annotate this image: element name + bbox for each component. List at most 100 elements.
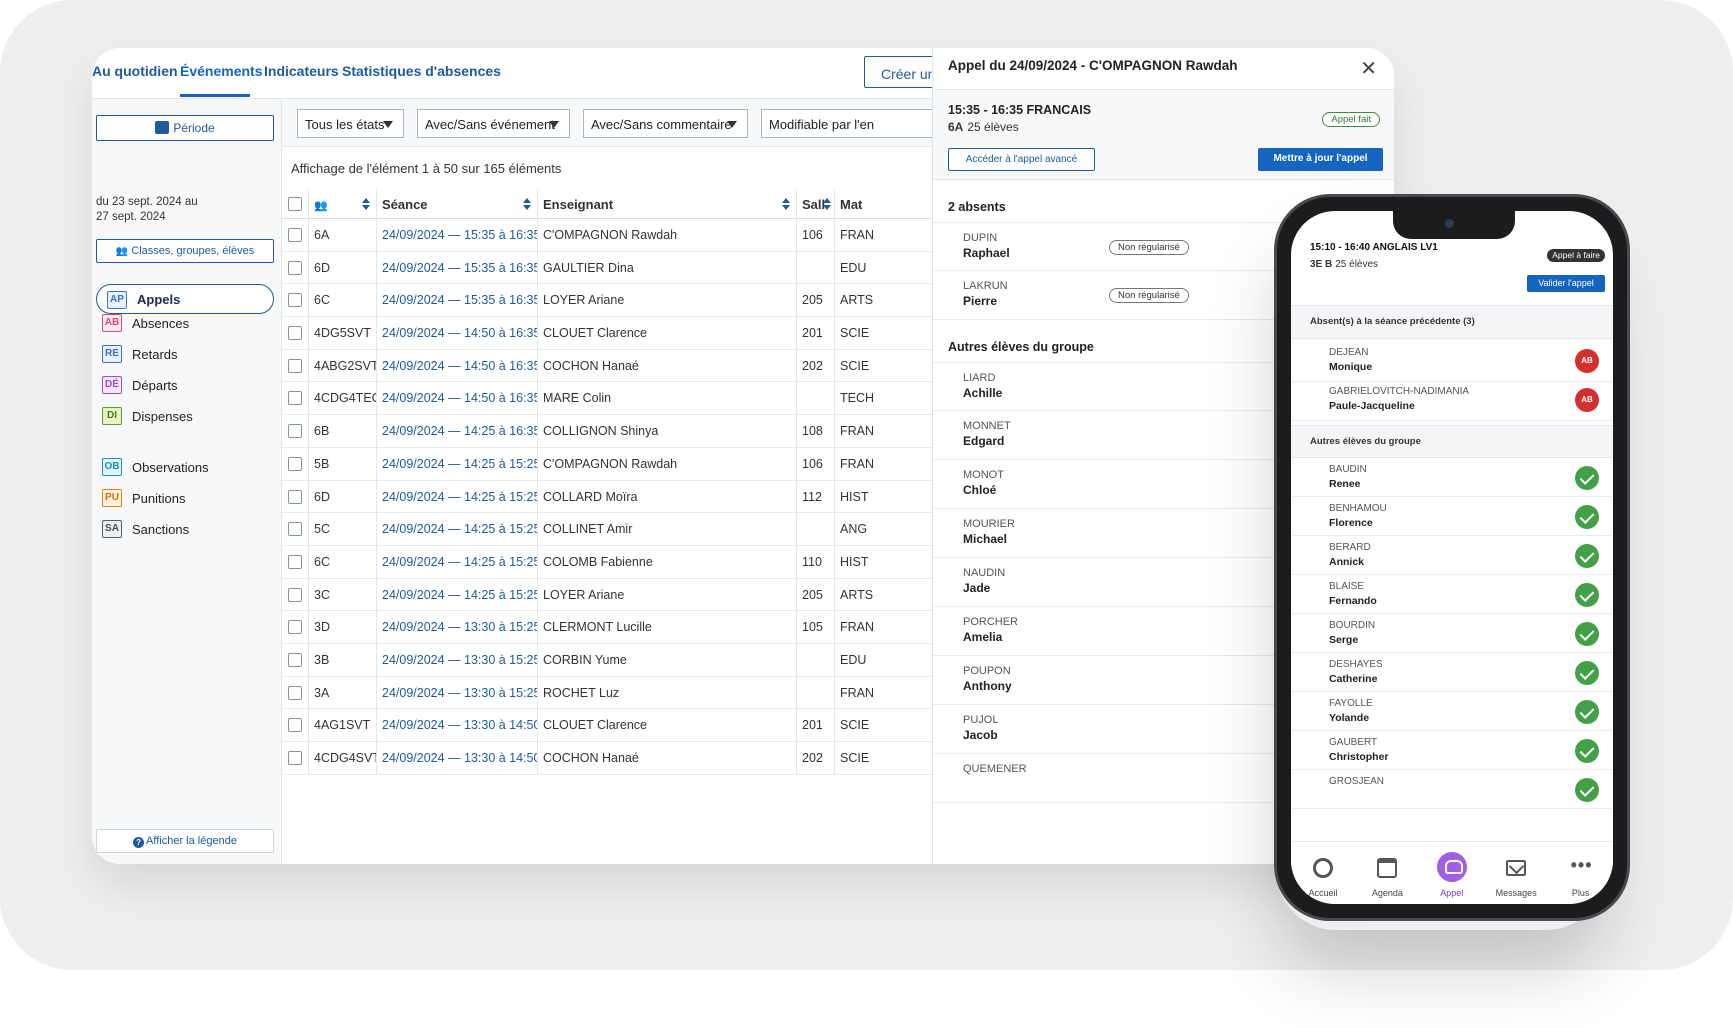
phone-nav-accueil[interactable]: Accueil xyxy=(1291,842,1355,904)
show-legend-button[interactable]: ? Afficher la légende xyxy=(96,829,274,853)
cell-seance[interactable]: 24/09/2024 — 14:50 à 16:35 xyxy=(377,349,538,382)
phone-nav-agenda[interactable]: Agenda xyxy=(1355,842,1419,904)
row-checkbox[interactable] xyxy=(288,489,302,504)
phone-student[interactable]: GAUBERT Christopher xyxy=(1291,731,1613,770)
check-icon[interactable] xyxy=(1575,739,1599,763)
phone-student[interactable]: BENHAMOU Florence xyxy=(1291,497,1613,536)
check-icon[interactable] xyxy=(1575,505,1599,529)
cell-seance[interactable]: 24/09/2024 — 13:30 à 14:50 xyxy=(377,709,538,741)
row-checkbox[interactable] xyxy=(288,326,302,341)
table-row[interactable]: 6B 24/09/2024 — 14:25 à 16:35 COLLIGNON Sh… xyxy=(282,415,932,448)
row-checkbox[interactable] xyxy=(288,391,302,406)
row-checkbox[interactable] xyxy=(288,228,302,242)
table-row[interactable]: 5B 24/09/2024 — 14:25 à 15:25 C'OMPAGNON R… xyxy=(282,447,932,481)
table-row[interactable]: 5C 24/09/2024 — 14:25 à 15:25 COLLINET Ami… xyxy=(282,513,932,546)
cell-seance[interactable]: 24/09/2024 — 13:30 à 15:25 xyxy=(377,676,538,709)
phone-student[interactable]: FAYOLLE Yolande xyxy=(1291,692,1613,731)
table-row[interactable]: 4ABG2SVT 24/09/2024 — 14:50 à 16:35 COCHON… xyxy=(282,349,932,383)
header-matiere[interactable]: Mat xyxy=(835,189,932,219)
sidebar-item-appels[interactable]: AP Appels xyxy=(96,284,274,314)
table-row[interactable]: 6D 24/09/2024 — 14:25 à 15:25 COLLARD Moïr… xyxy=(282,480,932,514)
filter-etats[interactable]: Tous les états xyxy=(297,109,404,138)
tab-evenements[interactable]: Événements xyxy=(180,63,262,79)
table-row[interactable]: 3A 24/09/2024 — 13:30 à 15:25 ROCHET Luz FR… xyxy=(282,676,932,710)
row-checkbox[interactable] xyxy=(288,587,302,602)
phone-student[interactable]: DEJEAN Monique AB xyxy=(1291,339,1613,382)
table-row[interactable]: 4CDG4SVT 24/09/2024 — 13:30 à 14:50 COCHON… xyxy=(282,742,932,775)
row-checkbox[interactable] xyxy=(288,751,302,765)
check-icon[interactable] xyxy=(1575,661,1599,685)
check-icon[interactable] xyxy=(1575,778,1599,802)
phone-student[interactable]: DESHAYES Catherine xyxy=(1291,653,1613,692)
header-seance[interactable]: Séance xyxy=(377,189,538,219)
table-row[interactable]: 3C 24/09/2024 — 14:25 à 15:25 LOYER Ariane… xyxy=(282,578,932,612)
table-row[interactable]: 3B 24/09/2024 — 13:30 à 15:25 CORBIN Yume E… xyxy=(282,643,932,677)
cell-seance[interactable]: 24/09/2024 — 15:35 à 16:35 xyxy=(377,251,538,284)
phone-nav-appel[interactable]: Appel xyxy=(1420,842,1484,904)
cell-seance[interactable]: 24/09/2024 — 14:25 à 15:25 xyxy=(377,447,538,480)
phone-student[interactable]: BOURDIN Serge xyxy=(1291,614,1613,653)
table-row[interactable]: 4DG5SVT 24/09/2024 — 14:50 à 16:35 CLOUET … xyxy=(282,317,932,350)
table-row[interactable]: 6C 24/09/2024 — 14:25 à 15:25 COLOMB Fabie… xyxy=(282,545,932,579)
row-checkbox[interactable] xyxy=(288,718,302,733)
cell-seance[interactable]: 24/09/2024 — 14:25 à 15:25 xyxy=(377,545,538,578)
row-checkbox[interactable] xyxy=(288,685,302,700)
row-checkbox[interactable] xyxy=(288,522,302,537)
cell-seance[interactable]: 24/09/2024 — 14:25 à 15:25 xyxy=(377,480,538,513)
table-row[interactable]: 6D 24/09/2024 — 15:35 à 16:35 GAULTIER Din… xyxy=(282,251,932,285)
validate-appel-button[interactable]: Valider l'appel xyxy=(1527,275,1605,292)
check-icon[interactable] xyxy=(1575,622,1599,646)
tab-au-quotidien[interactable]: Au quotidien xyxy=(92,63,178,79)
cell-seance[interactable]: 24/09/2024 — 14:50 à 16:35 xyxy=(377,317,538,349)
absence-badge[interactable]: AB xyxy=(1575,388,1599,412)
row-checkbox[interactable] xyxy=(288,424,302,439)
cell-seance[interactable]: 24/09/2024 — 14:25 à 15:25 xyxy=(377,513,538,545)
table-row[interactable]: 4CDG4TEC 24/09/2024 — 14:50 à 16:35 MARE C… xyxy=(282,382,932,416)
phone-nav-messages[interactable]: Messages xyxy=(1484,842,1548,904)
row-checkbox[interactable] xyxy=(288,620,302,635)
phone-student[interactable]: BERARD Annick xyxy=(1291,536,1613,575)
check-icon[interactable] xyxy=(1575,466,1599,490)
table-row[interactable]: 4AG1SVT 24/09/2024 — 13:30 à 14:50 CLOUET … xyxy=(282,709,932,742)
phone-student[interactable]: GROSJEAN xyxy=(1291,770,1613,809)
cell-seance[interactable]: 24/09/2024 — 14:25 à 16:35 xyxy=(377,415,538,447)
tab-statistiques[interactable]: Statistiques d'absences xyxy=(342,63,501,79)
cell-seance[interactable]: 24/09/2024 — 13:30 à 15:25 xyxy=(377,643,538,676)
cell-seance[interactable]: 24/09/2024 — 13:30 à 15:25 xyxy=(377,611,538,643)
cell-seance[interactable]: 24/09/2024 — 14:50 à 16:35 xyxy=(377,382,538,415)
periode-button[interactable]: Période xyxy=(96,115,274,141)
cell-seance[interactable]: 24/09/2024 — 14:25 à 15:25 xyxy=(377,578,538,611)
phone-nav-plus[interactable]: ••• Plus xyxy=(1549,842,1613,904)
cell-seance[interactable]: 24/09/2024 — 15:35 à 16:35 xyxy=(377,219,538,251)
cell-seance[interactable]: 24/09/2024 — 13:30 à 14:50 xyxy=(377,742,538,774)
check-icon[interactable] xyxy=(1575,700,1599,724)
advanced-appel-button[interactable]: Accéder à l'appel avancé xyxy=(948,148,1095,171)
update-appel-button[interactable]: Mettre à jour l'appel xyxy=(1258,148,1383,171)
header-salle[interactable]: Sall xyxy=(797,189,835,219)
row-checkbox[interactable] xyxy=(288,456,302,471)
filter-evenement[interactable]: Avec/Sans événement xyxy=(417,109,570,138)
check-icon[interactable] xyxy=(1575,544,1599,568)
tab-indicateurs[interactable]: Indicateurs xyxy=(264,63,339,79)
table-row[interactable]: 3D 24/09/2024 — 13:30 à 15:25 CLERMONT Luc… xyxy=(282,611,932,644)
row-checkbox[interactable] xyxy=(288,554,302,569)
cell-seance[interactable]: 24/09/2024 — 15:35 à 16:35 xyxy=(377,284,538,317)
phone-student[interactable]: BLAISE Fernando xyxy=(1291,575,1613,614)
check-icon[interactable] xyxy=(1575,583,1599,607)
row-checkbox[interactable] xyxy=(288,652,302,667)
phone-student[interactable]: GABRIELOVITCH-NADIMANIA Paule-Jacqueline A… xyxy=(1291,378,1613,421)
header-classe[interactable]: 👥 xyxy=(309,189,377,219)
absence-badge[interactable]: AB xyxy=(1575,349,1599,373)
filter-commentaire[interactable]: Avec/Sans commentaire xyxy=(583,109,748,138)
table-row[interactable]: 6A 24/09/2024 — 15:35 à 16:35 C'OMPAGNON R… xyxy=(282,219,932,252)
phone-student[interactable]: BAUDIN Renee xyxy=(1291,458,1613,497)
filter-modifiable[interactable]: Modifiable par l'en xyxy=(761,109,941,138)
table-row[interactable]: 6C 24/09/2024 — 15:35 à 16:35 LOYER Ariane… xyxy=(282,284,932,318)
header-enseignant[interactable]: Enseignant xyxy=(538,189,797,219)
row-checkbox[interactable] xyxy=(288,260,302,275)
close-icon[interactable]: ✕ xyxy=(1360,56,1377,81)
row-checkbox[interactable] xyxy=(288,358,302,373)
select-all-checkbox[interactable] xyxy=(288,197,302,211)
row-checkbox[interactable] xyxy=(288,293,302,308)
classes-groupes-eleves-button[interactable]: 👥 Classes, groupes, élèves xyxy=(96,239,274,263)
